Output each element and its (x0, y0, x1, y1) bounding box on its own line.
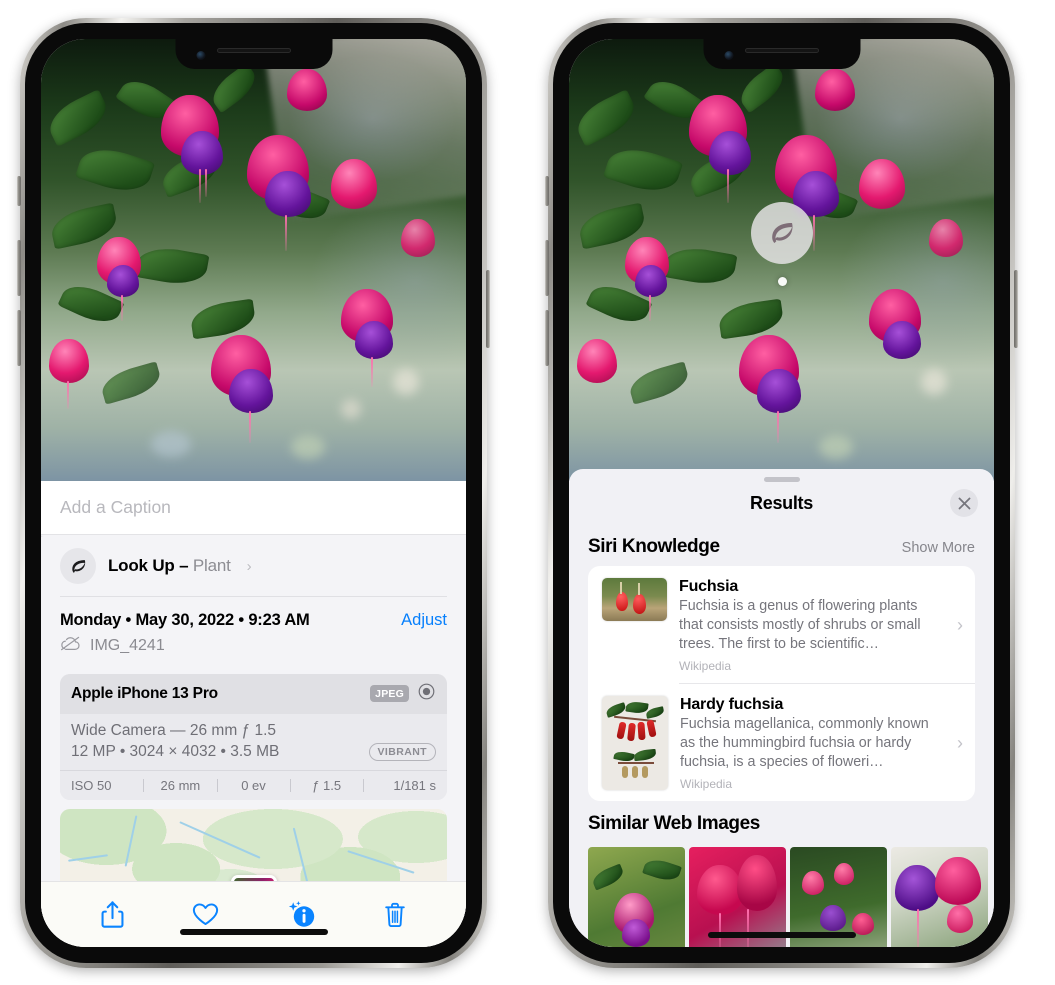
siri-knowledge-card: Fuchsia Fuchsia is a genus of flowering … (588, 566, 975, 801)
close-icon[interactable] (950, 489, 978, 517)
chevron-right-icon: › (957, 732, 963, 753)
left-screen: Add a Caption ✦ ✦ Look Up – Plant › (41, 39, 466, 947)
result-title: Hardy fuchsia (680, 695, 784, 713)
siri-knowledge-header: Siri Knowledge Show More (569, 524, 994, 566)
result-text-block: Fuchsia Fuchsia is a genus of flowering … (679, 578, 943, 673)
front-camera-icon (724, 51, 733, 60)
chevron-right-icon: › (246, 557, 252, 575)
camera-model: Apple iPhone 13 Pro (71, 684, 218, 702)
adjust-button[interactable]: Adjust (401, 611, 447, 630)
resolution-info: 12 MP • 3024 × 4032 • 3.5 MB (71, 742, 280, 760)
exif-row: ISO 50 26 mm 0 ev ƒ 1.5 1/181 s (60, 769, 447, 800)
iphone-right-device: Results Siri Knowledge Show More Fuchsia… (545, 18, 1018, 968)
web-image-tile[interactable] (891, 846, 988, 947)
camera-info-card: Apple iPhone 13 Pro JPEG Wide Camera — 2… (60, 673, 447, 800)
section-title: Siri Knowledge (588, 536, 720, 557)
visual-lookup-anchor-dot (778, 277, 787, 286)
similar-web-images-header: Similar Web Images (569, 801, 994, 843)
exif-ev: 0 ev (241, 777, 266, 793)
iphone-left-device: Add a Caption ✦ ✦ Look Up – Plant › (17, 18, 490, 968)
info-sparkle-icon[interactable] (286, 900, 316, 929)
caption-input[interactable]: Add a Caption (41, 481, 466, 535)
result-thumbnail (602, 578, 667, 621)
list-item[interactable]: Fuchsia Fuchsia is a genus of flowering … (588, 566, 975, 683)
look-up-row[interactable]: ✦ ✦ Look Up – Plant › (41, 535, 466, 596)
photo-canvas[interactable] (41, 39, 466, 481)
trash-icon[interactable] (383, 901, 407, 929)
look-up-subject: Plant (192, 556, 231, 575)
right-screen: Results Siri Knowledge Show More Fuchsia… (569, 39, 994, 947)
section-title: Similar Web Images (588, 812, 760, 834)
notch (175, 39, 332, 69)
result-source: Wikipedia (679, 659, 732, 673)
exif-iso: ISO 50 (71, 777, 112, 793)
mute-switch[interactable] (545, 176, 549, 206)
web-image-tile[interactable] (588, 846, 685, 947)
sparkle-icon: ✦ (41, 535, 44, 546)
heart-icon[interactable] (192, 902, 219, 927)
results-header: Results (569, 482, 994, 524)
photo-toolbar (41, 881, 466, 947)
front-camera-icon (196, 51, 205, 60)
results-title: Results (750, 492, 813, 513)
file-name: IMG_4241 (90, 636, 165, 654)
earpiece-speaker (216, 48, 291, 53)
capture-date: Monday • May 30, 2022 • 9:23 AM (60, 610, 310, 629)
photo-info-sheet: Add a Caption ✦ ✦ Look Up – Plant › (41, 481, 466, 947)
result-description: Fuchsia is a genus of flowering plants t… (679, 598, 921, 652)
exif-aperture: ƒ 1.5 (312, 777, 342, 793)
exif-shutter: 1/181 s (393, 777, 437, 793)
power-button[interactable] (1014, 270, 1018, 348)
show-more-button[interactable]: Show More (902, 540, 975, 556)
mute-switch[interactable] (17, 176, 21, 206)
result-text-block: Hardy fuchsia Fuchsia magellanica, commo… (680, 696, 943, 791)
result-thumbnail (602, 695, 668, 790)
screenshot-stage: Add a Caption ✦ ✦ Look Up – Plant › (0, 0, 1055, 985)
leaf-icon[interactable] (751, 202, 813, 264)
home-indicator[interactable] (707, 932, 856, 938)
volume-down-button[interactable] (545, 310, 549, 366)
result-source: Wikipedia (680, 776, 733, 791)
exif-focal: 26 mm (160, 777, 201, 793)
chevron-right-icon: › (957, 615, 963, 635)
result-description: Fuchsia magellanica, commonly known as t… (680, 715, 929, 770)
map-background (60, 808, 447, 881)
icloud-off-icon (60, 636, 81, 656)
volume-up-button[interactable] (17, 240, 21, 296)
results-sheet: Results Siri Knowledge Show More Fuchsia… (569, 469, 994, 947)
camera-card-body: Wide Camera — 26 mm ƒ 1.5 12 MP • 3024 ×… (60, 713, 447, 770)
leaf-icon (60, 548, 96, 584)
share-icon[interactable] (100, 900, 125, 929)
home-indicator[interactable] (179, 929, 328, 935)
notch (703, 39, 860, 69)
format-badge: JPEG (370, 685, 409, 703)
lens-info: Wide Camera — 26 mm ƒ 1.5 (71, 721, 277, 739)
list-item[interactable]: Hardy fuchsia Fuchsia magellanica, commo… (588, 684, 975, 801)
location-map-card[interactable] (60, 808, 447, 881)
info-scroll-area[interactable]: ✦ ✦ Look Up – Plant › Monday (41, 535, 466, 881)
earpiece-speaker (744, 48, 819, 53)
volume-down-button[interactable] (17, 310, 21, 366)
date-block: Monday • May 30, 2022 • 9:23 AM Adjust I… (41, 597, 466, 666)
aperture-icon (417, 682, 436, 706)
result-title: Fuchsia (679, 578, 739, 595)
power-button[interactable] (486, 270, 490, 348)
camera-card-header: Apple iPhone 13 Pro JPEG (60, 673, 447, 714)
look-up-label: Look Up – Plant (108, 556, 231, 575)
caption-placeholder: Add a Caption (60, 497, 171, 517)
photographic-style-badge: VIBRANT (368, 742, 436, 761)
volume-up-button[interactable] (545, 240, 549, 296)
